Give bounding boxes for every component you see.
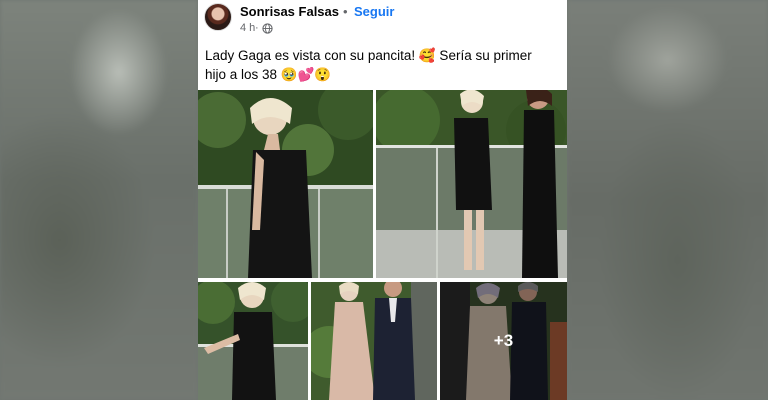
photo-1-image — [198, 90, 373, 278]
blurred-backdrop-right — [567, 0, 768, 400]
facebook-post: Sonrisas Falsas • Seguir 4 h · Lady Gaga… — [198, 0, 567, 400]
more-photos-count: +3 — [493, 331, 514, 350]
post-timestamp[interactable]: 4 h — [240, 22, 255, 34]
avatar[interactable] — [204, 3, 232, 31]
photo-3[interactable] — [198, 282, 308, 400]
more-photos-overlay: +3 — [440, 282, 567, 400]
post-header: Sonrisas Falsas • Seguir 4 h · — [198, 0, 567, 44]
photo-4[interactable] — [311, 282, 437, 400]
photo-5-more[interactable]: +3 — [440, 282, 567, 400]
photo-2[interactable] — [376, 90, 567, 278]
photo-1[interactable] — [198, 90, 373, 278]
follow-button[interactable]: Seguir — [354, 4, 394, 19]
photo-3-image — [198, 282, 308, 400]
separator-dot: • — [343, 4, 348, 19]
photo-2-image — [376, 90, 567, 278]
post-caption: Lady Gaga es vista con su pancita! 🥰 Ser… — [205, 48, 532, 82]
blurred-backdrop-left — [0, 0, 198, 400]
author-name[interactable]: Sonrisas Falsas — [240, 4, 339, 19]
globe-icon — [262, 23, 273, 34]
meta-separator: · — [255, 22, 259, 34]
photo-4-image — [311, 282, 437, 400]
